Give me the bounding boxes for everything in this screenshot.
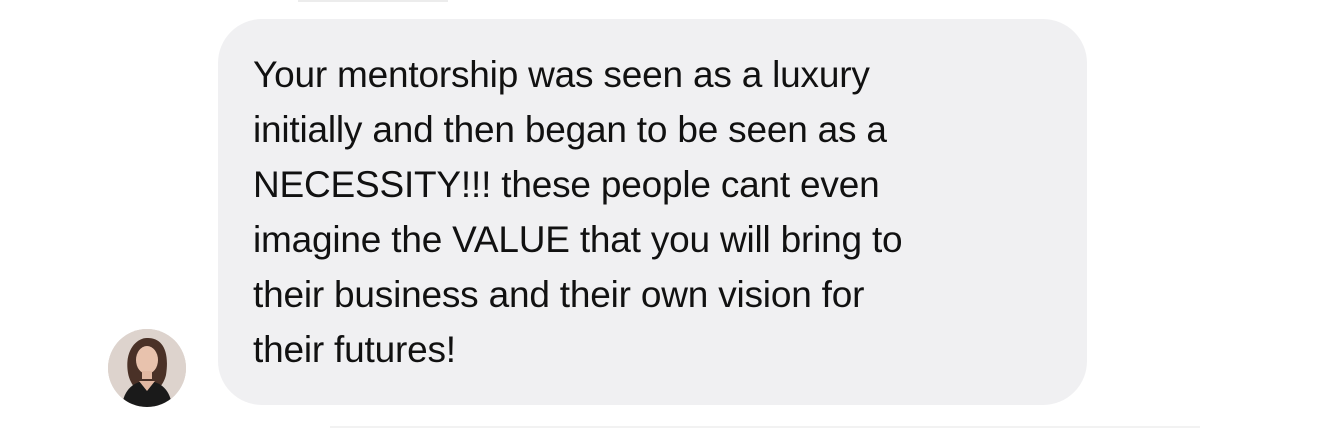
chat-thread: Your mentorship was seen as a luxury ini… bbox=[0, 0, 1320, 428]
person-avatar-icon bbox=[108, 329, 186, 407]
divider bbox=[298, 0, 448, 2]
message-bubble[interactable]: Your mentorship was seen as a luxury ini… bbox=[218, 19, 1087, 405]
avatar[interactable] bbox=[108, 329, 186, 407]
message-text: Your mentorship was seen as a luxury ini… bbox=[253, 54, 903, 370]
